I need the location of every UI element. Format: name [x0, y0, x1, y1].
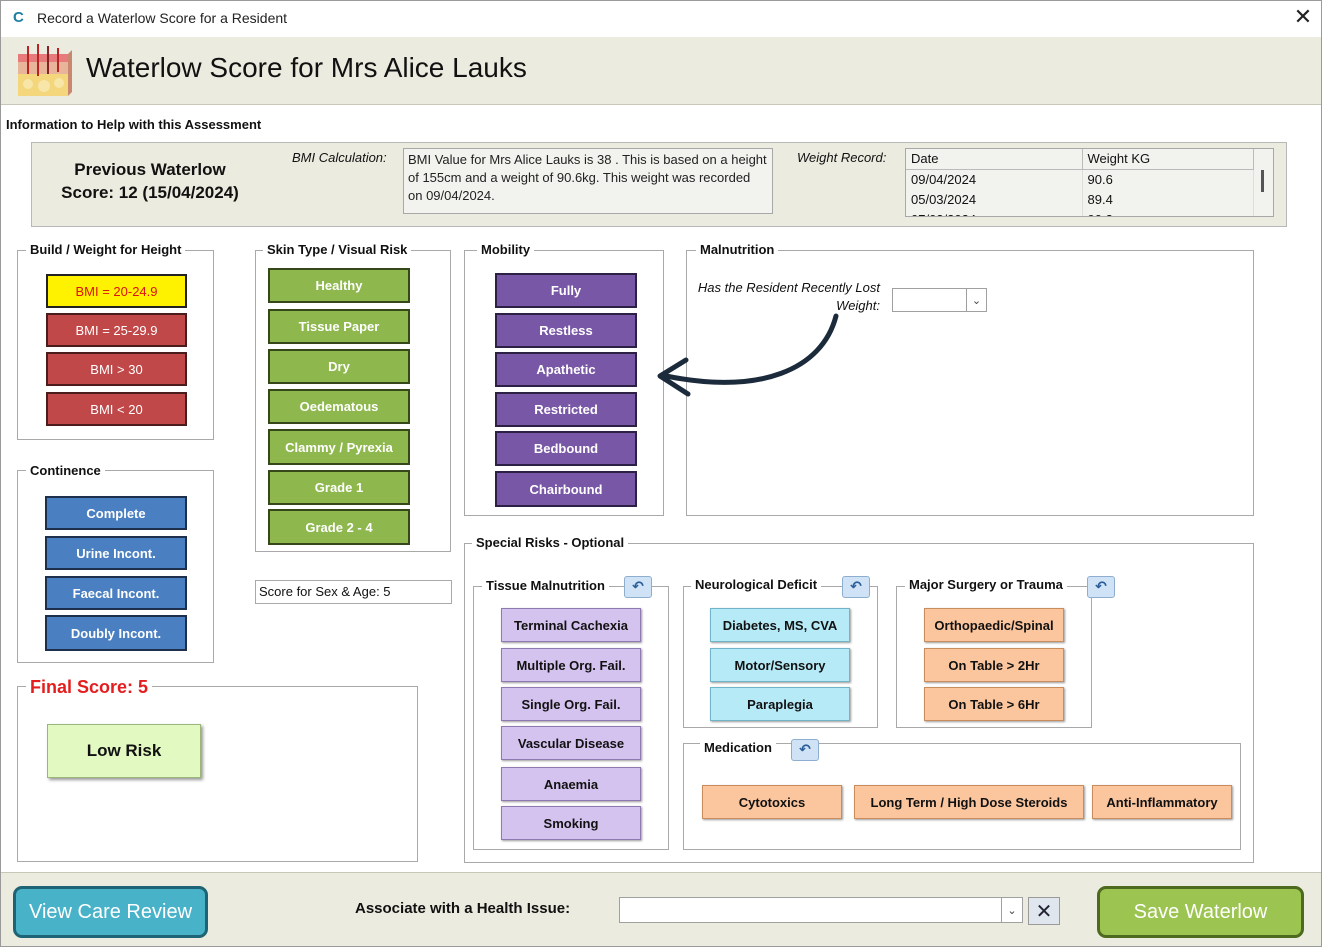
weight-date: 07/02/2024: [906, 209, 1083, 216]
bmi-20-24-button[interactable]: BMI = 20-24.9: [46, 274, 187, 308]
weight-col-date: Date: [906, 149, 1083, 170]
undo-icon[interactable]: ↶: [1087, 576, 1115, 598]
anti-inflammatory-button[interactable]: Anti-Inflammatory: [1092, 785, 1232, 819]
single-org-fail-button[interactable]: Single Org. Fail.: [501, 687, 641, 721]
skin-clammy-button[interactable]: Clammy / Pyrexia: [268, 429, 410, 465]
surgery-title: Major Surgery or Trauma: [905, 577, 1067, 592]
continence-faecal-button[interactable]: Faecal Incont.: [45, 576, 187, 610]
skin-grade1-button[interactable]: Grade 1: [268, 470, 410, 505]
weight-date: 09/04/2024: [906, 169, 1083, 189]
orthopaedic-spinal-button[interactable]: Orthopaedic/Spinal: [924, 608, 1064, 642]
steroids-button[interactable]: Long Term / High Dose Steroids: [854, 785, 1084, 819]
previous-score-line2: Score: 12 (15/04/2024): [61, 183, 239, 202]
bmi-25-29-button[interactable]: BMI = 25-29.9: [46, 313, 187, 347]
skin-dry-button[interactable]: Dry: [268, 349, 410, 384]
chevron-down-icon[interactable]: ⌄: [1001, 898, 1022, 922]
malnutrition-title: Malnutrition: [696, 242, 779, 257]
special-risks-title: Special Risks - Optional: [472, 535, 629, 550]
view-care-review-button[interactable]: View Care Review: [13, 886, 208, 938]
smoking-button[interactable]: Smoking: [501, 806, 641, 840]
continence-urine-button[interactable]: Urine Incont.: [45, 536, 187, 570]
annotation-arrow-icon: [657, 313, 839, 397]
mobility-chairbound-button[interactable]: Chairbound: [495, 471, 637, 507]
health-issue-select[interactable]: [619, 897, 1023, 923]
undo-icon[interactable]: ↶: [624, 576, 652, 598]
weight-label: Weight Record:: [797, 150, 887, 165]
mobility-title: Mobility: [477, 242, 535, 257]
paraplegia-button[interactable]: Paraplegia: [710, 687, 850, 721]
undo-icon[interactable]: ↶: [791, 739, 819, 761]
multiple-org-fail-button[interactable]: Multiple Org. Fail.: [501, 648, 641, 682]
window-title: Record a Waterlow Score for a Resident: [37, 10, 288, 26]
bmi-label: BMI Calculation:: [292, 150, 387, 165]
diabetes-ms-cva-button[interactable]: Diabetes, MS, CVA: [710, 608, 850, 642]
mobility-restricted-button[interactable]: Restricted: [495, 392, 637, 427]
app-icon: C: [13, 9, 24, 26]
risk-level-button[interactable]: Low Risk: [47, 724, 201, 778]
mobility-fully-button[interactable]: Fully: [495, 273, 637, 308]
cytotoxics-button[interactable]: Cytotoxics: [702, 785, 842, 819]
medication-title: Medication: [700, 740, 776, 755]
build-title: Build / Weight for Height: [26, 242, 186, 257]
on-table-6hr-button[interactable]: On Table > 6Hr: [924, 687, 1064, 721]
continence-complete-button[interactable]: Complete: [45, 496, 187, 530]
continence-doubly-button[interactable]: Doubly Incont.: [45, 615, 187, 651]
page-title: Waterlow Score for Mrs Alice Lauks: [86, 52, 527, 83]
table-row[interactable]: 07/02/2024 90.2: [906, 209, 1255, 216]
motor-sensory-button[interactable]: Motor/Sensory: [710, 648, 850, 682]
continence-title: Continence: [26, 463, 105, 478]
chevron-down-icon[interactable]: ⌄: [966, 289, 986, 311]
undo-icon[interactable]: ↶: [842, 576, 870, 598]
save-waterlow-button[interactable]: Save Waterlow: [1097, 886, 1304, 938]
bmi-text: BMI Value for Mrs Alice Lauks is 38 . Th…: [403, 148, 773, 214]
final-score-title: Final Score: 5: [26, 677, 153, 698]
previous-score: Previous Waterlow Score: 12 (15/04/2024): [48, 158, 252, 204]
skin-tissue-paper-button[interactable]: Tissue Paper: [268, 309, 410, 344]
weight-kg: 89.4: [1082, 189, 1255, 209]
previous-score-line1: Previous Waterlow: [74, 160, 226, 179]
bmi-under-20-button[interactable]: BMI < 20: [46, 392, 187, 426]
anaemia-button[interactable]: Anaemia: [501, 767, 641, 801]
weight-kg: 90.2: [1082, 209, 1255, 216]
close-icon[interactable]: ✕: [1290, 4, 1316, 32]
mobility-apathetic-button[interactable]: Apathetic: [495, 352, 637, 387]
info-section-label: Information to Help with this Assessment: [6, 117, 262, 132]
neurological-title: Neurological Deficit: [691, 577, 822, 592]
skin-title: Skin Type / Visual Risk: [263, 242, 412, 257]
weight-col-kg: Weight KG: [1082, 149, 1255, 170]
score-sex-age: Score for Sex & Age: 5: [255, 580, 452, 604]
weight-kg: 90.6: [1082, 169, 1255, 189]
skin-oedematous-button[interactable]: Oedematous: [268, 389, 410, 424]
on-table-2hr-button[interactable]: On Table > 2Hr: [924, 648, 1064, 682]
table-row[interactable]: 09/04/2024 90.6: [906, 169, 1255, 189]
weight-table-header: Date Weight KG: [906, 149, 1255, 170]
bmi-over-30-button[interactable]: BMI > 30: [46, 352, 187, 386]
clear-icon[interactable]: ✕: [1028, 897, 1060, 925]
tissue-malnutrition-title: Tissue Malnutrition: [482, 578, 609, 593]
table-row[interactable]: 05/03/2024 89.4: [906, 189, 1255, 209]
terminal-cachexia-button[interactable]: Terminal Cachexia: [501, 608, 641, 642]
skin-grade2-4-button[interactable]: Grade 2 - 4: [268, 509, 410, 545]
mobility-bedbound-button[interactable]: Bedbound: [495, 431, 637, 466]
skin-healthy-button[interactable]: Healthy: [268, 268, 410, 303]
vascular-disease-button[interactable]: Vascular Disease: [501, 726, 641, 760]
weight-scrollbar[interactable]: [1261, 170, 1264, 192]
weight-date: 05/03/2024: [906, 189, 1083, 209]
mobility-restless-button[interactable]: Restless: [495, 313, 637, 348]
skin-layers-icon: [18, 44, 72, 96]
associate-health-issue-label: Associate with a Health Issue:: [355, 900, 571, 917]
weight-table[interactable]: Date Weight KG 09/04/2024 90.6 05/03/202…: [905, 148, 1274, 217]
